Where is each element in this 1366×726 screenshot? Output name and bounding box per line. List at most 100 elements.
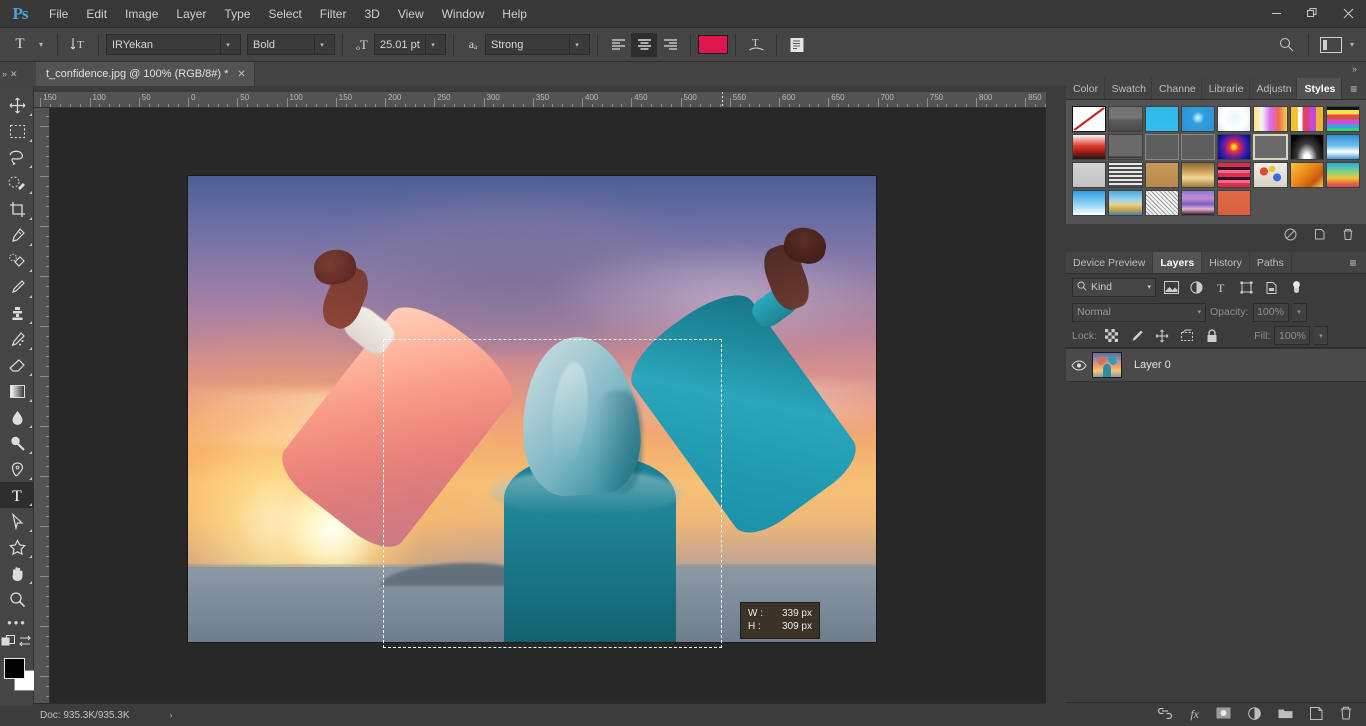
- menu-file[interactable]: File: [40, 0, 77, 28]
- eye-icon[interactable]: [1066, 359, 1092, 371]
- font-size-input[interactable]: 25.01 pt ▾: [374, 34, 446, 55]
- eraser-tool[interactable]: [0, 352, 34, 378]
- tab-color[interactable]: Color: [1066, 78, 1105, 99]
- layer-name[interactable]: Layer 0: [1122, 359, 1171, 371]
- menu-filter[interactable]: Filter: [311, 0, 356, 28]
- clear-style-icon[interactable]: [1284, 228, 1297, 244]
- panel-menu-icon[interactable]: ≡: [1340, 252, 1366, 273]
- style-swatch-violet-stripes[interactable]: [1180, 190, 1215, 216]
- tab-history[interactable]: History: [1202, 252, 1250, 273]
- layer-filter-kind-select[interactable]: Kind ▾: [1072, 277, 1156, 297]
- custom-shape-tool[interactable]: [0, 534, 34, 560]
- restore-button[interactable]: [1294, 0, 1330, 28]
- quick-mask-icon[interactable]: [1, 634, 16, 653]
- crop-tool[interactable]: [0, 196, 34, 222]
- menu-window[interactable]: Window: [433, 0, 494, 28]
- eyedropper-tool[interactable]: [0, 222, 34, 248]
- status-expand-icon[interactable]: ›: [170, 710, 173, 720]
- clone-stamp-tool[interactable]: [0, 300, 34, 326]
- new-group-icon[interactable]: [1278, 707, 1293, 722]
- history-brush-tool[interactable]: [0, 326, 34, 352]
- tab-paths[interactable]: Paths: [1250, 252, 1292, 273]
- delete-style-icon[interactable]: [1342, 228, 1354, 244]
- warp-text-icon[interactable]: T: [743, 33, 769, 57]
- style-swatch-red-gloss[interactable]: [1072, 134, 1107, 160]
- style-swatch-terracotta[interactable]: [1217, 190, 1252, 216]
- character-panel-icon[interactable]: [784, 33, 810, 57]
- tool-preset-picker[interactable]: T ▾: [4, 33, 50, 57]
- tab-device-preview[interactable]: Device Preview: [1066, 252, 1154, 273]
- lock-artboard-nesting-icon[interactable]: [1176, 326, 1197, 345]
- style-swatch-basic-drop-shadow[interactable]: [1108, 106, 1143, 132]
- lock-all-icon[interactable]: [1201, 326, 1222, 345]
- new-style-icon[interactable]: [1313, 228, 1326, 244]
- style-swatch-outline-1[interactable]: [1144, 134, 1179, 160]
- align-right-button[interactable]: [657, 33, 683, 57]
- anti-alias-select[interactable]: Strong ▾: [485, 34, 590, 55]
- style-swatch-black-clouds[interactable]: [1289, 134, 1324, 160]
- hand-tool[interactable]: [0, 560, 34, 586]
- menu-select[interactable]: Select: [259, 0, 310, 28]
- style-swatch-white-puffy[interactable]: [1217, 106, 1252, 132]
- style-swatch-rainbow-bars[interactable]: [1289, 106, 1324, 132]
- dodge-tool[interactable]: [0, 430, 34, 456]
- style-swatch-none[interactable]: [1072, 106, 1107, 132]
- tab-swatches[interactable]: Swatch: [1105, 78, 1152, 99]
- panel-menu-icon[interactable]: ≡: [1342, 78, 1366, 99]
- layer-thumbnail[interactable]: [1092, 352, 1122, 378]
- foreground-color-swatch[interactable]: [4, 658, 25, 679]
- menu-3d[interactable]: 3D: [355, 0, 388, 28]
- blur-tool[interactable]: [0, 404, 34, 430]
- canvas-area[interactable]: W : 339 px H : 309 px: [50, 108, 1046, 703]
- lasso-tool[interactable]: [0, 144, 34, 170]
- text-color-swatch[interactable]: [698, 35, 728, 54]
- filter-toggle-icon[interactable]: [1286, 278, 1306, 297]
- tab-libraries[interactable]: Librarie: [1202, 78, 1250, 99]
- opacity-dropdown-icon[interactable]: ▾: [1292, 302, 1307, 322]
- fx-icon[interactable]: fx: [1190, 707, 1199, 722]
- menu-type[interactable]: Type: [215, 0, 259, 28]
- layer-row-layer-0[interactable]: Layer 0: [1066, 348, 1366, 382]
- color-selector[interactable]: [0, 656, 35, 692]
- edit-toolbar-icon[interactable]: •••: [0, 612, 34, 632]
- style-swatch-sunset-stripes[interactable]: [1253, 106, 1288, 132]
- tab-layers[interactable]: Layers: [1153, 252, 1203, 273]
- close-button[interactable]: [1330, 0, 1366, 28]
- link-layers-icon[interactable]: [1157, 707, 1173, 722]
- menu-layer[interactable]: Layer: [167, 0, 215, 28]
- new-adjustment-layer-icon[interactable]: [1248, 706, 1261, 723]
- right-dock-expand-icon[interactable]: »: [1352, 64, 1357, 74]
- type-layer-filter-icon[interactable]: T: [1211, 278, 1231, 297]
- menu-edit[interactable]: Edit: [77, 0, 116, 28]
- add-mask-icon[interactable]: [1216, 707, 1231, 722]
- style-swatch-tan-flat[interactable]: [1144, 162, 1179, 188]
- opacity-value[interactable]: 100%: [1252, 302, 1289, 322]
- style-swatch-thin-line[interactable]: [1108, 134, 1143, 160]
- font-family-select[interactable]: IRYekan ▾: [106, 34, 241, 55]
- style-swatch-beach-scene[interactable]: [1108, 190, 1143, 216]
- blend-mode-select[interactable]: Normal ▾: [1072, 302, 1206, 322]
- style-swatch-crackle[interactable]: [1144, 190, 1179, 216]
- style-swatch-gold-gradient[interactable]: [1180, 162, 1215, 188]
- style-swatch-sky-blue[interactable]: [1144, 106, 1179, 132]
- pen-tool[interactable]: [0, 456, 34, 482]
- tab-adjustments[interactable]: Adjustn: [1250, 78, 1298, 99]
- quick-selection-tool[interactable]: [0, 170, 34, 196]
- smart-object-filter-icon[interactable]: [1261, 278, 1281, 297]
- style-swatch-spectrum[interactable]: [1325, 106, 1360, 132]
- document-image[interactable]: [188, 176, 876, 642]
- gradient-tool[interactable]: [0, 378, 34, 404]
- spot-healing-brush-tool[interactable]: [0, 248, 34, 274]
- font-style-select[interactable]: Bold ▾: [247, 34, 335, 55]
- document-tab[interactable]: t_confidence.jpg @ 100% (RGB/8#) * ✕: [36, 62, 255, 86]
- style-swatch-rainbow-soft[interactable]: [1325, 162, 1360, 188]
- style-swatch-blue-white-fade[interactable]: [1072, 190, 1107, 216]
- style-swatch-orange-gold[interactable]: [1289, 162, 1324, 188]
- align-left-button[interactable]: [605, 33, 631, 57]
- screen-mode-icon[interactable]: [18, 634, 33, 653]
- search-icon[interactable]: [1271, 37, 1301, 52]
- minimize-button[interactable]: [1258, 0, 1294, 28]
- pixel-layer-filter-icon[interactable]: [1161, 278, 1181, 297]
- zoom-tool[interactable]: [0, 586, 34, 612]
- path-selection-tool[interactable]: [0, 508, 34, 534]
